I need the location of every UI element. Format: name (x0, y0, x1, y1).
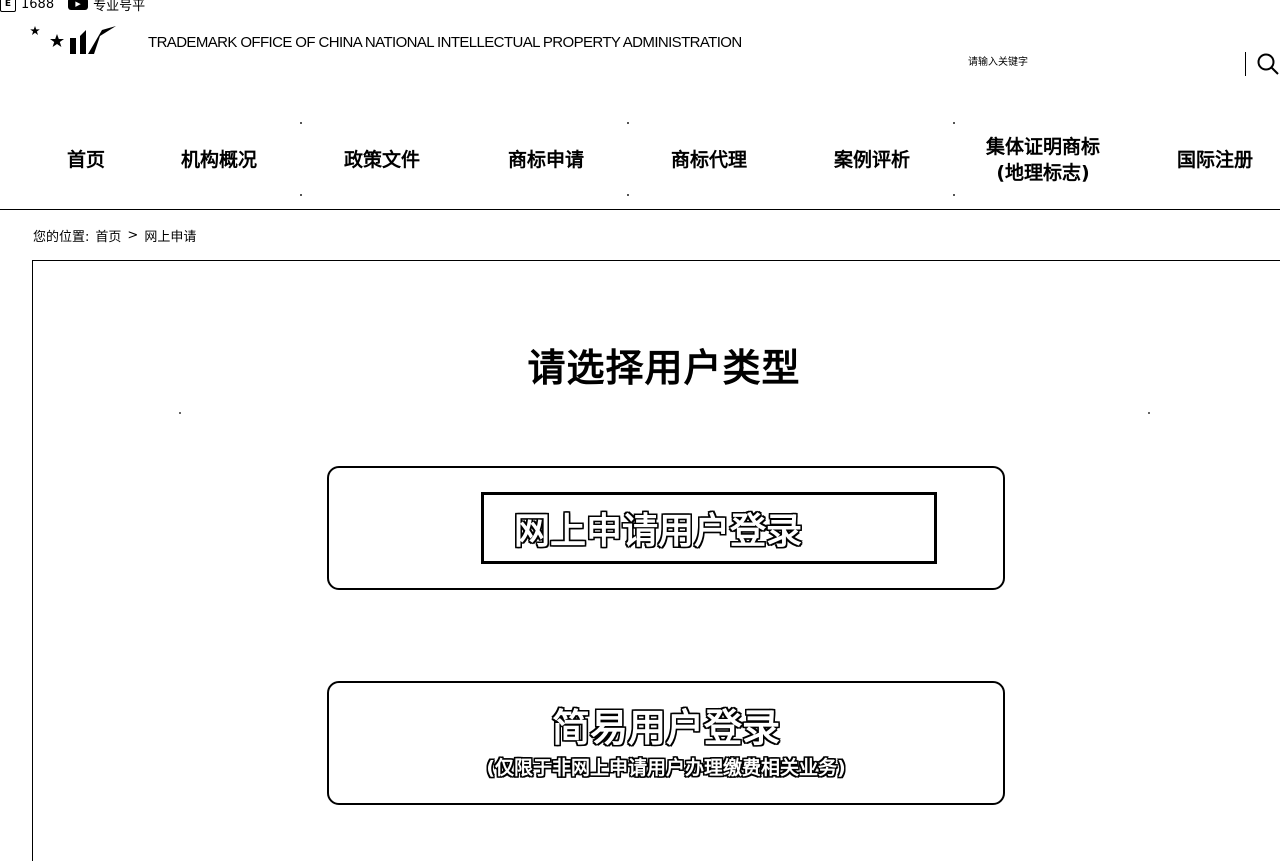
simple-user-login-button[interactable]: 简易用户登录 (仅限于非网上申请用户办理缴费相关业务) (327, 681, 1005, 805)
simple-user-login-label: 简易用户登录 (551, 706, 780, 750)
nav-separator-dot (627, 194, 629, 196)
nav-label: 首页 (66, 149, 105, 171)
nav-item-collective-marks[interactable]: 集体证明商标 (地理标志) (963, 122, 1123, 198)
nav-separator-dot (300, 122, 302, 124)
simple-user-login-note: (仅限于非网上申请用户办理缴费相关业务) (486, 757, 846, 779)
nav-item-case-review[interactable]: 案例评析 (812, 122, 932, 198)
nav-separator-dot (953, 194, 955, 196)
nav-separator-dot (953, 122, 955, 124)
breadcrumb-current[interactable]: 网上申请 (144, 226, 196, 245)
search-divider (1245, 52, 1246, 76)
nav-label: 商标代理 (670, 149, 747, 171)
breadcrumb-prefix: 您的位置: (33, 230, 90, 245)
page-title: 请选择用户类型 (527, 346, 801, 390)
main-nav: 首页 机构概况 政策文件 商标申请 商标代理 案例评析 集体证明商标 (地理标志… (0, 122, 1280, 198)
online-user-card[interactable]: 网上申请用户登录 (327, 466, 1005, 590)
organization-name: TRADEMARK OFFICE OF CHINA NATIONAL INTEL… (148, 34, 742, 51)
search-input[interactable] (940, 52, 1258, 72)
nav-item-international[interactable]: 国际注册 (1155, 122, 1275, 198)
bookmark-pro[interactable]: ▶ 专业号平 (68, 0, 145, 14)
nav-item-trademark-application[interactable]: 商标申请 (486, 122, 606, 198)
nav-divider (0, 209, 1280, 210)
online-user-login-label: 网上申请用户登录 (514, 511, 803, 552)
breadcrumb-home-link[interactable]: 首页 (95, 226, 121, 245)
nav-label: 集体证明商标 (985, 136, 1100, 158)
nav-item-trademark-agency[interactable]: 商标代理 (649, 122, 769, 198)
breadcrumb-separator: > (127, 228, 139, 243)
nav-label: 商标申请 (507, 149, 584, 171)
bookmark-video-icon: ▶ (68, 0, 89, 10)
breadcrumb: 您的位置: 首页 > 网上申请 (33, 226, 196, 245)
nav-label: 国际注册 (1176, 149, 1253, 171)
nav-label: 案例评析 (833, 149, 910, 171)
logo-emblem-icon (30, 26, 116, 54)
decorative-dot (1148, 412, 1150, 414)
decorative-dot (179, 412, 181, 414)
bookmarks-bar: E 1688 ▶ 专业号平 (0, 0, 145, 14)
nav-item-home[interactable]: 首页 (36, 122, 136, 198)
bookmark-app-icon: E (0, 0, 16, 12)
nav-separator-dot (300, 194, 302, 196)
nav-item-about[interactable]: 机构概况 (159, 122, 279, 198)
nav-label-sub: (地理标志) (996, 162, 1090, 184)
nav-label: 政策文件 (343, 149, 420, 171)
nav-separator-dot (627, 122, 629, 124)
nav-label: 机构概况 (180, 149, 257, 171)
bookmark-label: 1688 (21, 0, 55, 12)
bookmark-label: 专业号平 (93, 0, 146, 14)
nav-item-policy[interactable]: 政策文件 (322, 122, 442, 198)
site-logo[interactable] (30, 24, 122, 56)
search-icon (1257, 53, 1279, 75)
search-button[interactable] (1256, 52, 1280, 76)
online-user-login-button[interactable]: 网上申请用户登录 (481, 492, 937, 564)
bookmark-1688[interactable]: E 1688 (0, 0, 54, 12)
